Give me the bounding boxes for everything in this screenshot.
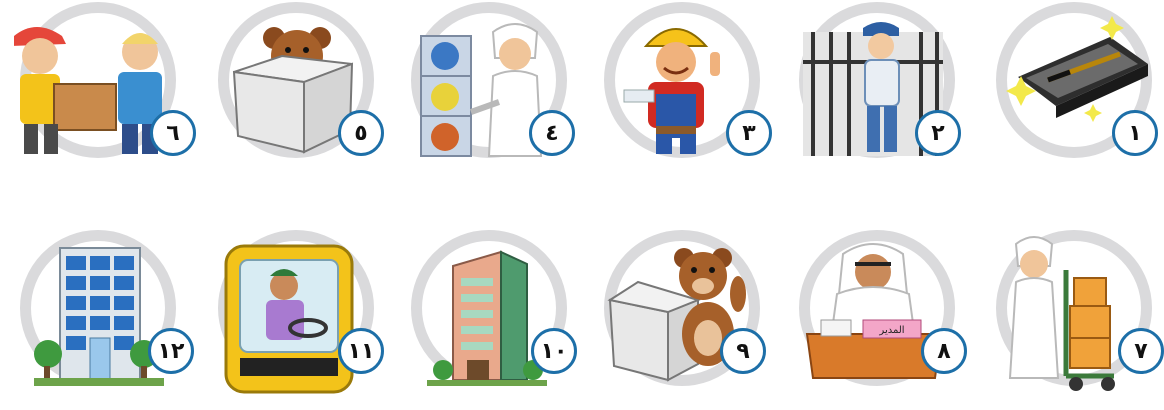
- number-badge: ١٠: [531, 328, 577, 374]
- number-badge: ٦: [150, 110, 196, 156]
- item-1: ١: [990, 2, 1164, 182]
- number-badge: ٨: [921, 328, 967, 374]
- number-badge: ٤: [529, 110, 575, 156]
- item-3: ٣: [598, 2, 778, 182]
- desk-sign: المدير: [878, 325, 904, 336]
- item-12: ١٢: [14, 230, 194, 410]
- boy-with-cart-icon: [1008, 236, 1115, 391]
- item-2: ٢: [793, 2, 973, 182]
- office-building-icon: [34, 247, 164, 386]
- number-badge: ١١: [338, 328, 384, 374]
- bear-out-of-box-icon: [607, 248, 746, 382]
- number-badge: ١: [1112, 110, 1158, 156]
- item-8: المدير ٨: [793, 230, 973, 410]
- item-6: ٦: [14, 2, 196, 182]
- bus-driver-icon: [224, 244, 354, 394]
- manager-at-desk-icon: المدير: [805, 243, 943, 379]
- number-badge: ٣: [726, 110, 772, 156]
- item-4: ٤: [405, 2, 585, 182]
- picture-grid: ١ ٢ ٣ ٤ ٥ ٦ ٧ المدير ٨ ٩ ١٠ ١١ ١٢: [0, 0, 1164, 394]
- number-badge: ٥: [338, 110, 384, 156]
- item-5: ٥: [212, 2, 392, 182]
- item-11: ١١: [212, 230, 392, 410]
- item-10: ١٠: [405, 230, 585, 410]
- item-7: ٧: [990, 230, 1164, 410]
- tower-building-icon: [427, 250, 547, 386]
- security-guard-icon: [803, 22, 943, 156]
- number-badge: ٩: [720, 328, 766, 374]
- number-badge: ٢: [915, 110, 961, 156]
- item-9: ٩: [598, 230, 778, 410]
- number-badge: ٧: [1118, 328, 1164, 374]
- number-badge: ١٢: [148, 328, 194, 374]
